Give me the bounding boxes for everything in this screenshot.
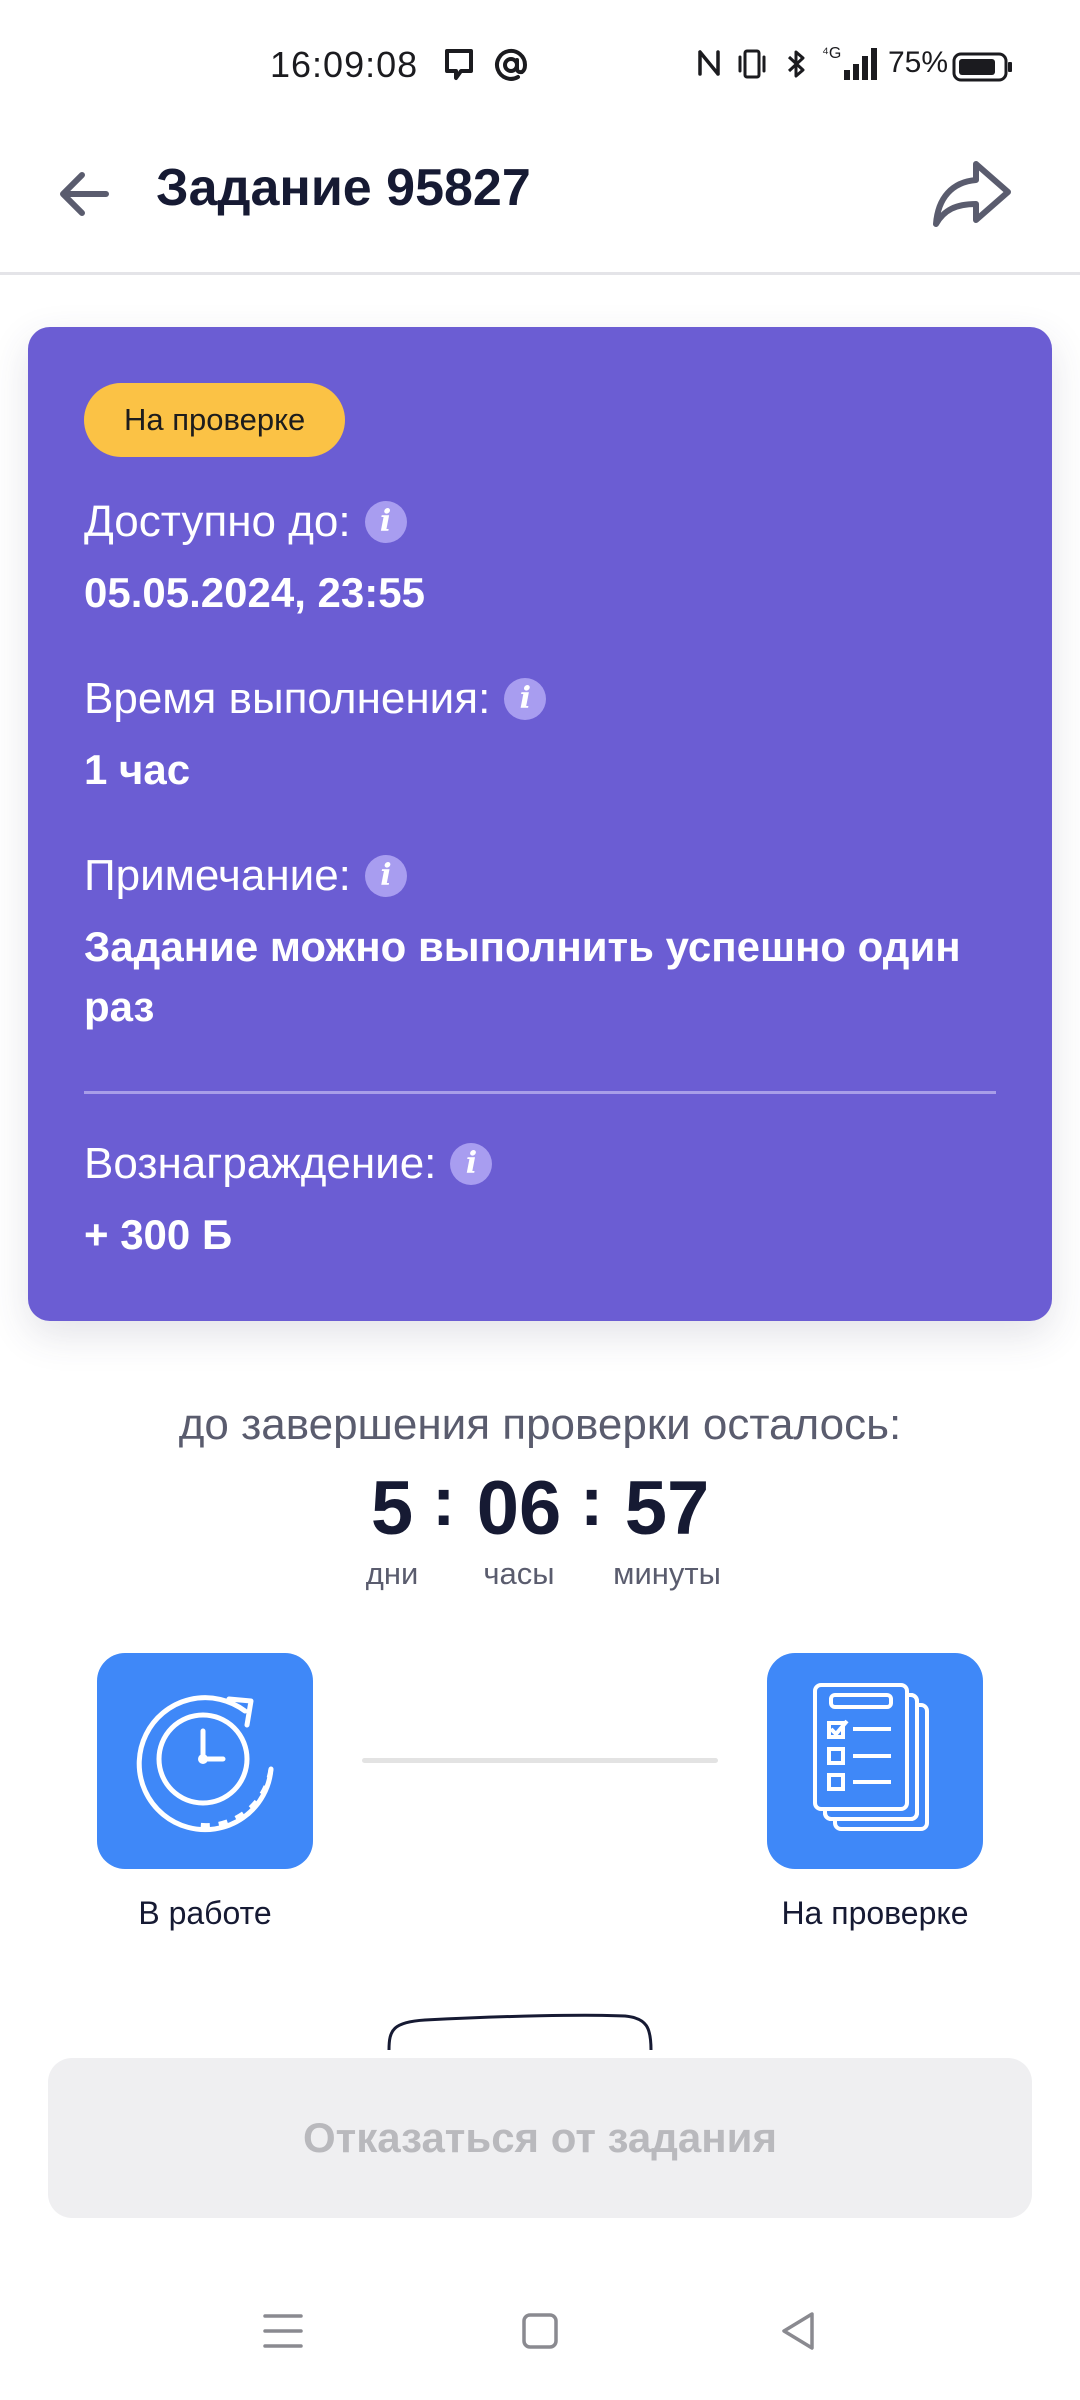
countdown-hours: 06 [476,1466,562,1551]
clock-refresh-icon [136,1695,274,1833]
countdown-days-label: дни [365,1556,419,1591]
countdown-minutes: 57 [624,1466,710,1551]
countdown-timer: 5 : 06 : 57 [0,1462,1080,1555]
card-divider [84,1091,996,1094]
info-icon[interactable]: i [504,678,547,720]
status-bar: 16:09:08 ⁴G 75% [0,0,1080,136]
available-until-value: 05.05.2024, 23:55 [84,569,425,616]
step-in-progress [97,1653,313,1869]
duration-value: 1 час [84,746,191,793]
step-under-review-label: На проверке [781,1895,969,1931]
countdown-separator: : [432,1462,456,1540]
app-header: Задание 95827 [0,136,1080,275]
refuse-task-button[interactable]: Отказаться от задания [48,2058,1032,2218]
available-until-label-text: Доступно до: [84,497,351,546]
step-in-progress-label: В работе [138,1895,272,1931]
duration-label-text: Время выполнения: [84,674,491,723]
status-badge: На проверке [84,383,346,457]
checklist-document-icon [813,1683,929,1831]
note-label: Примечание: i [84,851,407,901]
info-icon[interactable]: i [450,1143,493,1185]
system-nav-bar [0,2270,1080,2400]
note-label-text: Примечание: [84,851,351,900]
message-icon [445,49,473,80]
countdown-days: 5 [370,1466,414,1551]
svg-text:⁴G: ⁴G [822,45,841,62]
back-triangle-icon[interactable] [778,2310,818,2352]
task-info-card: На проверке Доступно до: i 05.05.2024, 2… [28,327,1052,1321]
countdown-separator: : [580,1462,604,1540]
countdown-minutes-label: минуты [613,1556,721,1591]
page-title: Задание 95827 [156,159,531,217]
note-value: Задание можно выполнить успешно один раз [84,923,961,1030]
info-icon[interactable]: i [364,855,407,897]
countdown-hours-label: часы [483,1556,555,1591]
reward-value: + 300 Б [84,1211,233,1258]
nfc-icon [698,50,720,76]
home-square-icon[interactable] [520,2310,560,2352]
share-icon[interactable] [930,158,1014,230]
battery-percent: 75% [888,46,949,79]
vibrate-icon [738,49,766,79]
signal-4g-icon: ⁴G [822,45,877,80]
at-icon [495,48,528,81]
step-under-review [767,1653,983,1869]
reward-label: Вознаграждение: i [84,1139,493,1189]
status-time: 16:09:08 [270,44,419,85]
arrow-left-icon[interactable] [54,162,118,226]
progress-line [362,1758,718,1763]
available-until-label: Доступно до: i [84,497,407,547]
bluetooth-icon [787,50,805,78]
battery-icon [952,52,1012,82]
duration-label: Время выполнения: i [84,674,547,724]
partial-element [387,2013,653,2050]
countdown-caption: до завершения проверки осталось: [178,1400,902,1449]
reward-label-text: Вознаграждение: [84,1139,437,1188]
info-icon[interactable]: i [364,501,407,543]
menu-icon[interactable] [262,2310,304,2352]
